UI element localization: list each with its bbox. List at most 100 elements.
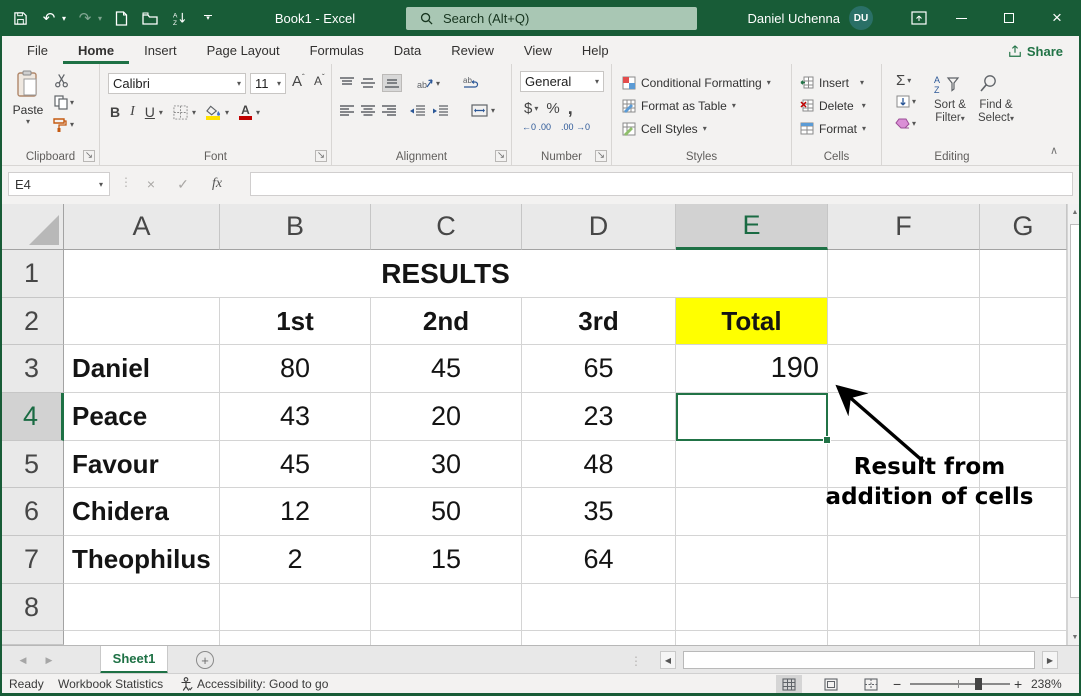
font-color-dropdown-icon[interactable]: ▾: [256, 108, 260, 117]
zoom-slider-thumb[interactable]: [975, 678, 982, 690]
cell-c7[interactable]: 15: [371, 536, 522, 584]
delete-cells-button[interactable]: Delete▾: [800, 96, 866, 115]
search-box[interactable]: Search (Alt+Q): [406, 7, 697, 30]
merge-center-dropdown-icon[interactable]: ▾: [491, 106, 495, 115]
cell-c4[interactable]: 20: [371, 393, 522, 441]
row-header-1[interactable]: 1: [0, 250, 64, 298]
cell-d7[interactable]: 64: [522, 536, 676, 584]
cell-c2[interactable]: 2nd: [371, 298, 522, 345]
zoom-in-button[interactable]: +: [1014, 674, 1022, 694]
fill-color-dropdown-icon[interactable]: ▾: [225, 108, 229, 117]
cell-g4[interactable]: [980, 393, 1067, 441]
cell-b7[interactable]: 2: [220, 536, 371, 584]
cell-g9[interactable]: [980, 631, 1067, 645]
cell-a2[interactable]: [64, 298, 220, 345]
grow-font-button[interactable]: Aˆ: [292, 73, 305, 90]
new-sheet-button[interactable]: +: [196, 651, 214, 669]
wrap-text-button[interactable]: ab: [463, 76, 479, 90]
format-cells-button[interactable]: Format▾: [800, 119, 866, 138]
alignment-dialog-launcher[interactable]: ↘: [495, 150, 507, 162]
tab-view[interactable]: View: [509, 36, 567, 64]
clipboard-dialog-launcher[interactable]: ↘: [83, 150, 95, 162]
cell-e2-total-header[interactable]: Total: [676, 298, 828, 345]
conditional-formatting-button[interactable]: Conditional Formatting▾: [622, 73, 771, 92]
tab-data[interactable]: Data: [379, 36, 436, 64]
save-icon[interactable]: [10, 7, 30, 29]
cell-b9[interactable]: [220, 631, 371, 645]
orientation-button[interactable]: ab: [417, 76, 433, 90]
cell-b6[interactable]: 12: [220, 488, 371, 536]
hscroll-left-icon[interactable]: ◀: [660, 651, 676, 669]
font-size-select[interactable]: 11▾: [250, 73, 286, 94]
row-header-5[interactable]: 5: [0, 441, 64, 488]
zoom-out-button[interactable]: −: [893, 674, 901, 694]
tabbar-splitter[interactable]: ⋮: [630, 654, 642, 668]
cell-f8[interactable]: [828, 584, 980, 631]
tab-help[interactable]: Help: [567, 36, 624, 64]
active-cell-selection-border[interactable]: [676, 393, 828, 441]
number-format-select[interactable]: General▾: [520, 71, 604, 92]
user-name[interactable]: Daniel Uchenna: [735, 0, 840, 36]
clear-dropdown-icon[interactable]: ▾: [912, 119, 916, 128]
bold-button[interactable]: B: [110, 104, 120, 120]
paste-dropdown-icon[interactable]: ▾: [8, 117, 48, 126]
underline-dropdown-icon[interactable]: ▾: [159, 108, 163, 117]
cell-a5[interactable]: Favour: [64, 441, 220, 488]
cell-g1[interactable]: [980, 250, 1067, 298]
collapse-ribbon-icon[interactable]: ∧: [1050, 144, 1058, 157]
insert-function-button[interactable]: fx: [204, 172, 230, 196]
close-button[interactable]: ×: [1040, 0, 1074, 36]
autosum-dropdown-icon[interactable]: ▾: [907, 76, 911, 85]
accounting-format-button[interactable]: $: [524, 100, 532, 117]
cell-f9[interactable]: [828, 631, 980, 645]
find-select-button[interactable]: Find &Select▾: [978, 74, 1014, 125]
insert-cells-button[interactable]: Insert▾: [800, 73, 864, 92]
percent-style-button[interactable]: %: [546, 100, 559, 117]
format-as-table-button[interactable]: Format as Table▾: [622, 96, 736, 115]
align-left-button[interactable]: [340, 105, 354, 117]
format-painter-dropdown-icon[interactable]: ▾: [70, 120, 74, 129]
cell-a8[interactable]: [64, 584, 220, 631]
select-all-corner[interactable]: [0, 204, 64, 250]
autosum-button[interactable]: Σ: [896, 72, 905, 89]
cell-d2[interactable]: 3rd: [522, 298, 676, 345]
sort-az-icon[interactable]: AZ: [169, 7, 189, 29]
row-header-2[interactable]: 2: [0, 298, 64, 345]
paste-button[interactable]: Paste ▾: [8, 70, 48, 126]
cell-e7[interactable]: [676, 536, 828, 584]
cell-c8[interactable]: [371, 584, 522, 631]
fill-color-button[interactable]: [206, 105, 221, 120]
borders-dropdown-icon[interactable]: ▾: [192, 108, 196, 117]
cell-d3[interactable]: 65: [522, 345, 676, 393]
horizontal-scroll-thumb[interactable]: [683, 651, 1035, 669]
column-header-g[interactable]: G: [980, 204, 1067, 250]
cell-a6[interactable]: Chidera: [64, 488, 220, 536]
accounting-dropdown-icon[interactable]: ▾: [534, 104, 538, 113]
shrink-font-button[interactable]: Aˇ: [314, 73, 325, 88]
cell-c3[interactable]: 45: [371, 345, 522, 393]
font-name-select[interactable]: Calibri▾: [108, 73, 246, 94]
cell-g8[interactable]: [980, 584, 1067, 631]
row-header-8[interactable]: 8: [0, 584, 64, 631]
cell-g2[interactable]: [980, 298, 1067, 345]
ribbon-display-options-icon[interactable]: [902, 0, 936, 36]
orientation-dropdown-icon[interactable]: ▾: [436, 79, 440, 88]
new-file-icon[interactable]: [111, 7, 131, 29]
column-header-b[interactable]: B: [220, 204, 371, 250]
undo-dropdown-icon[interactable]: ▾: [62, 14, 66, 23]
cell-e3-total-value[interactable]: 190: [676, 345, 828, 393]
row-header-9-partial[interactable]: [0, 631, 64, 645]
cell-b2[interactable]: 1st: [220, 298, 371, 345]
maximize-button[interactable]: [992, 0, 1026, 36]
tab-review[interactable]: Review: [436, 36, 509, 64]
bottom-align-button[interactable]: [382, 74, 402, 92]
row-header-3[interactable]: 3: [0, 345, 64, 393]
cell-d8[interactable]: [522, 584, 676, 631]
fill-dropdown-icon[interactable]: ▾: [912, 97, 916, 106]
tab-insert[interactable]: Insert: [129, 36, 192, 64]
name-box-dropdown-icon[interactable]: ▾: [99, 180, 103, 189]
cell-a9[interactable]: [64, 631, 220, 645]
workbook-statistics-button[interactable]: Workbook Statistics: [58, 674, 163, 694]
row-header-7[interactable]: 7: [0, 536, 64, 584]
cell-b8[interactable]: [220, 584, 371, 631]
